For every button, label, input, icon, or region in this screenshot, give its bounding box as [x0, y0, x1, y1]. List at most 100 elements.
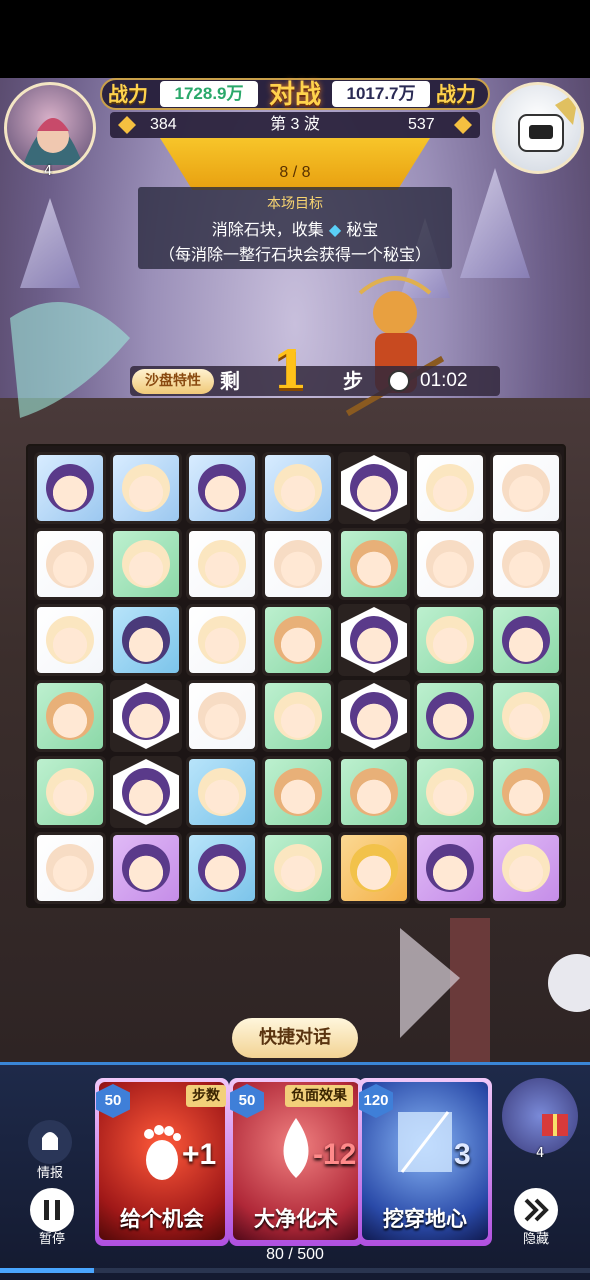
- board-tile-blue-purple-hood[interactable]: [110, 604, 182, 676]
- fast-forward-icon: [524, 1198, 549, 1222]
- board-tile-hex-purple[interactable]: [110, 680, 182, 752]
- purple-character-icon: [198, 464, 246, 512]
- goal-line-1: 消除石块，收集 ◆ 秘宝: [138, 216, 452, 240]
- board-tile-ice-purple[interactable]: [34, 452, 106, 524]
- girl-character-icon: [122, 844, 170, 892]
- monk-character-icon: [46, 844, 94, 892]
- board-tile-green-leaf-girl[interactable]: [490, 604, 562, 676]
- player-avatar[interactable]: [4, 82, 96, 174]
- diamond-icon: ◆: [328, 220, 342, 239]
- board-tile-green-monkey[interactable]: [338, 528, 410, 600]
- power-label-right: 战力: [436, 82, 476, 106]
- energy-readout: 80 / 500: [266, 1246, 324, 1263]
- board-tile-purple-flower-girl[interactable]: [414, 832, 486, 904]
- board-tile-hex-purple[interactable]: [338, 452, 410, 524]
- board-tile-white-cat[interactable]: [186, 604, 258, 676]
- board-tile-green-monkey[interactable]: [262, 604, 334, 676]
- board-tile-green-cat[interactable]: [490, 680, 562, 752]
- board-tile-white-monk[interactable]: [34, 832, 106, 904]
- opponent-avatar[interactable]: [492, 82, 584, 174]
- board-tile-white-monk[interactable]: [262, 528, 334, 600]
- monkey-character-icon: [46, 692, 94, 740]
- board-tile-hex-purple[interactable]: [110, 756, 182, 828]
- board-tile-blue-lilac-cat[interactable]: [186, 756, 258, 828]
- board-tile-white-cat[interactable]: [34, 604, 106, 676]
- gem-icon: [118, 116, 136, 134]
- cat-character-icon: [122, 540, 170, 588]
- monkey-character-icon: [274, 768, 322, 816]
- board-tile-white-monk[interactable]: [490, 528, 562, 600]
- cat-character-icon: [46, 616, 94, 664]
- board-tile-green-cat[interactable]: [262, 832, 334, 904]
- status-bar-area: [0, 0, 590, 78]
- gift-box-icon[interactable]: [502, 1078, 578, 1154]
- cat-character-icon: [426, 616, 474, 664]
- hide-label: 隐藏: [522, 1232, 549, 1247]
- board-tile-green-monkey[interactable]: [34, 680, 106, 752]
- cat-character-icon: [502, 844, 550, 892]
- purple-character-icon: [122, 768, 170, 816]
- purple-character-icon: [46, 464, 94, 512]
- girl-character-icon: [426, 844, 474, 892]
- cat-character-icon: [274, 844, 322, 892]
- board-tile-white-cat[interactable]: [414, 452, 486, 524]
- board-tile-ice-cat[interactable]: [262, 452, 334, 524]
- cat-character-icon: [274, 692, 322, 740]
- board-tile-green-cat[interactable]: [414, 604, 486, 676]
- monk-character-icon: [198, 692, 246, 740]
- board-tile-purple-turtle-cat[interactable]: [490, 832, 562, 904]
- girl-character-icon: [426, 692, 474, 740]
- wave-progress: 8 / 8: [279, 164, 311, 181]
- board-tile-purple-flower-girl[interactable]: [110, 832, 182, 904]
- goal-title: 本场目标: [267, 196, 323, 212]
- board-tile-hex-purple[interactable]: [338, 680, 410, 752]
- hide-button[interactable]: [514, 1188, 558, 1232]
- board-tile-white-monk[interactable]: [34, 528, 106, 600]
- board-tile-white-monk[interactable]: [414, 528, 486, 600]
- monkey-character-icon: [274, 616, 322, 664]
- board-tile-green-monkey[interactable]: [262, 756, 334, 828]
- cat-character-icon: [198, 540, 246, 588]
- board-tile-green-cat[interactable]: [110, 528, 182, 600]
- board-tile-ice-purple[interactable]: [186, 452, 258, 524]
- energy-bar-fill: [0, 1268, 95, 1273]
- board-tile-white-monk[interactable]: [186, 680, 258, 752]
- board-tile-white-cat[interactable]: [186, 528, 258, 600]
- player-gems: 384: [150, 116, 177, 133]
- trait-button[interactable]: 沙盘特性: [132, 369, 214, 394]
- card-tag: 负面效果: [285, 1085, 353, 1107]
- monk-character-icon: [426, 540, 474, 588]
- panel-divider: [0, 1062, 590, 1065]
- board-tile-blue-flower-girl[interactable]: [186, 832, 258, 904]
- power-label-left: 战力: [108, 82, 148, 106]
- card-value: +1: [182, 1138, 217, 1171]
- board-tile-green-leaf-girl[interactable]: [414, 680, 486, 752]
- board-tile-ice-cat[interactable]: [110, 452, 182, 524]
- quick-chat-button[interactable]: 快捷对话: [232, 1018, 358, 1058]
- steps-count: 1: [272, 340, 309, 401]
- pause-button[interactable]: [30, 1188, 74, 1232]
- monkey-king-figure: [345, 276, 445, 417]
- monkey-character-icon: [502, 768, 550, 816]
- info-button[interactable]: [28, 1120, 72, 1164]
- king-character-icon: [350, 844, 398, 892]
- board-tile-hex-purple[interactable]: [338, 604, 410, 676]
- board-tile-green-cat[interactable]: [262, 680, 334, 752]
- board-tile-green-cat[interactable]: [34, 756, 106, 828]
- card-value: 3: [454, 1138, 471, 1171]
- crystal-decoration: [460, 168, 530, 278]
- winged-figure: [400, 918, 490, 1063]
- board-tile-white-monk[interactable]: [490, 452, 562, 524]
- monk-character-icon: [502, 540, 550, 588]
- board-tile-green-monkey[interactable]: [490, 756, 562, 828]
- cat-character-icon: [198, 616, 246, 664]
- board-tile-green-cat[interactable]: [414, 756, 486, 828]
- purple-character-icon: [350, 464, 398, 512]
- cat-character-icon: [46, 768, 94, 816]
- goal-suffix: 秘宝: [346, 220, 379, 239]
- card-name: 大净化术: [254, 1206, 338, 1231]
- player-count: 4: [44, 164, 53, 179]
- board-tile-green-monkey[interactable]: [338, 756, 410, 828]
- monk-character-icon: [274, 540, 322, 588]
- board-tile-orange-king[interactable]: [338, 832, 410, 904]
